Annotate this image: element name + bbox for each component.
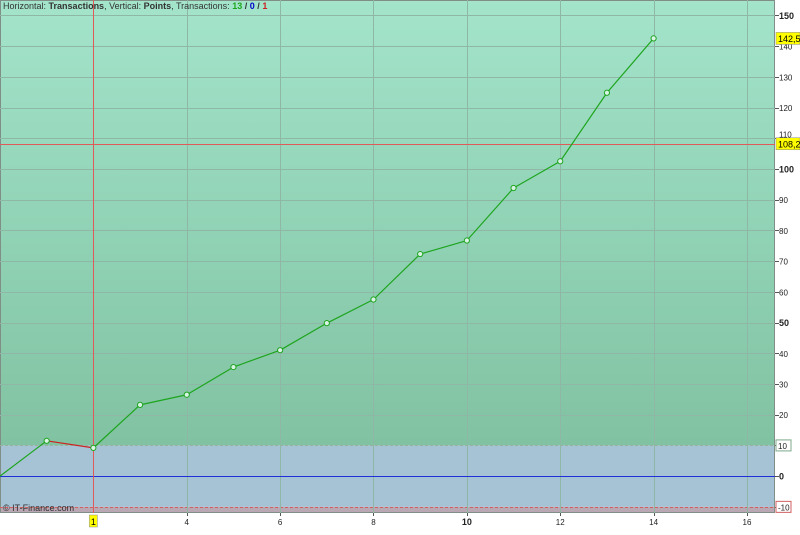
horizontal-label: Horizontal: <box>3 1 46 11</box>
data-point <box>90 444 97 451</box>
data-point <box>183 391 190 398</box>
equity-chart: -100102030405060708090100110120130140150… <box>0 0 800 530</box>
x-tick-label: 4 <box>185 518 190 527</box>
crosshair-y-label: 108,2 <box>775 137 800 151</box>
data-point <box>463 237 470 244</box>
crosshair-y-label-text: 108,2 <box>778 139 800 149</box>
vertical-value: Points <box>144 1 172 11</box>
data-point <box>43 437 50 444</box>
y-tick-label: 80 <box>779 227 788 236</box>
crosshair-x-label-text: 1 <box>91 517 96 527</box>
loss-count: 1 <box>262 1 267 11</box>
x-tick-label: 16 <box>743 518 752 527</box>
x-tick-label: 12 <box>556 518 565 527</box>
x-tick-label: 10 <box>462 517 472 527</box>
x-tick-label: 14 <box>649 518 658 527</box>
data-point <box>370 296 377 303</box>
transactions-label: Transactions: <box>176 1 230 11</box>
sep-2: / <box>257 1 260 11</box>
chart-header: Horizontal: Transactions, Vertical: Poin… <box>3 1 267 11</box>
chart-svg: -100102030405060708090100110120130140150… <box>0 0 800 530</box>
data-point <box>557 158 564 165</box>
y-tick-label: 100 <box>779 164 794 174</box>
data-point <box>230 363 237 371</box>
even-count: 0 <box>250 1 255 11</box>
win-count: 13 <box>232 1 242 11</box>
band-label-text: 10 <box>778 442 787 451</box>
band-label: -10 <box>775 500 792 513</box>
vertical-label: Vertical: <box>109 1 141 11</box>
y-tick-label: 20 <box>779 411 788 420</box>
plot-area-upper <box>0 0 775 446</box>
axis-panel-bottom <box>0 513 775 530</box>
y-tick-label: 70 <box>779 258 788 267</box>
data-point <box>323 320 330 327</box>
y-tick-label: 60 <box>779 288 788 297</box>
data-point <box>603 89 611 96</box>
data-point <box>136 401 144 408</box>
y-tick-label: 30 <box>779 380 788 389</box>
y-tick-label: 50 <box>779 318 789 328</box>
y-tick-label: 120 <box>779 104 793 113</box>
band-label: 10 <box>775 439 792 452</box>
band-label-text: -10 <box>778 503 790 512</box>
copyright-text: © IT-Finance.com <box>3 503 74 513</box>
data-point <box>510 184 517 192</box>
data-point <box>277 347 284 354</box>
data-point <box>417 250 424 258</box>
y-tick-label: 150 <box>779 11 794 21</box>
y-tick-label: 90 <box>779 196 788 205</box>
data-point <box>650 35 657 42</box>
horizontal-value: Transactions <box>49 1 105 11</box>
y-tick-label: 0 <box>779 472 784 482</box>
x-tick-label: 6 <box>278 518 283 527</box>
sep-1: / <box>245 1 248 11</box>
y-tick-label: 130 <box>779 73 793 82</box>
last-value-text: 142,5 <box>778 34 800 44</box>
x-tick-label: 8 <box>371 518 376 527</box>
y-tick-label: 40 <box>779 350 788 359</box>
last-value-label: 142,5 <box>775 32 800 45</box>
crosshair-x-label: 1 <box>89 514 98 528</box>
